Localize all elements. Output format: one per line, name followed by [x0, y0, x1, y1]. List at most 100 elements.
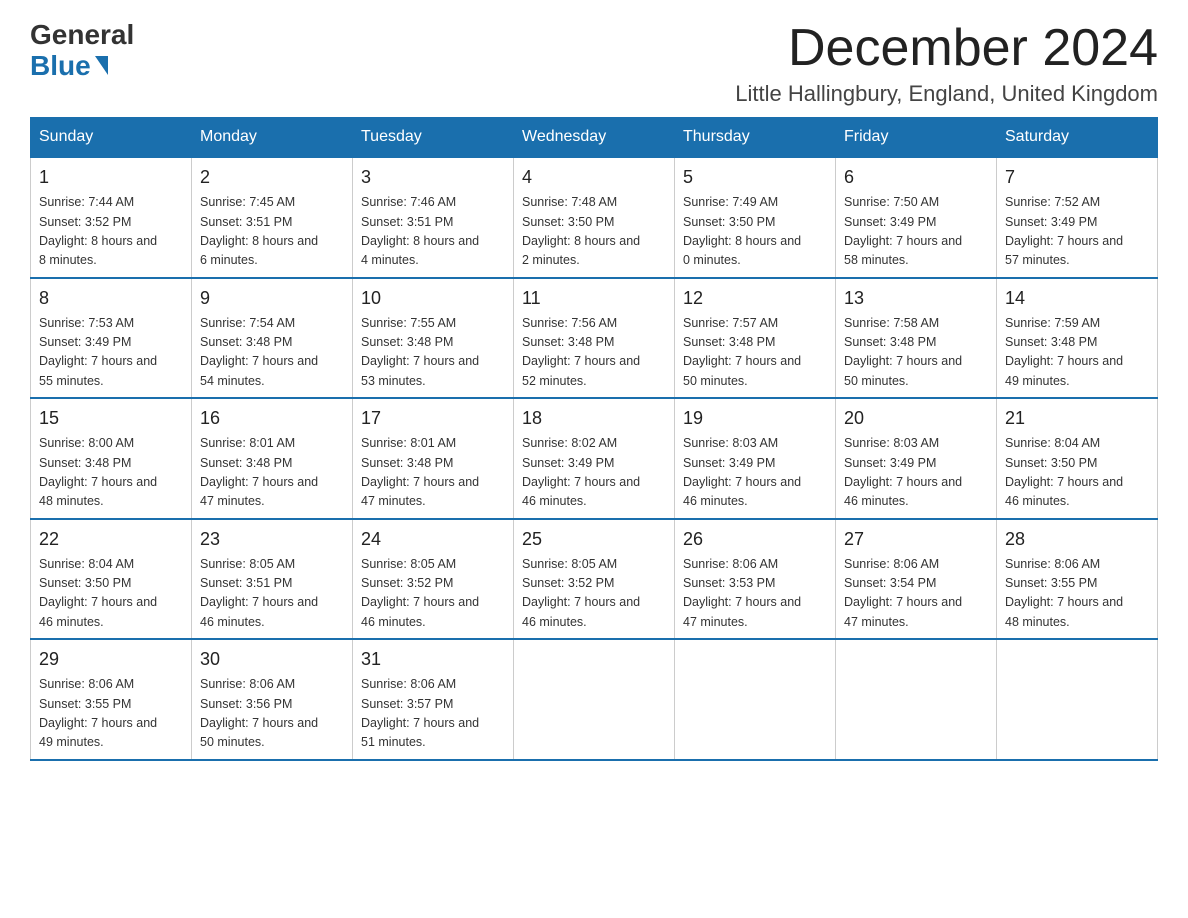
calendar-table: Sunday Monday Tuesday Wednesday Thursday… [30, 117, 1158, 761]
table-row [514, 639, 675, 760]
day-number: 24 [361, 526, 505, 553]
table-row: 18Sunrise: 8:02 AMSunset: 3:49 PMDayligh… [514, 398, 675, 519]
table-row: 9Sunrise: 7:54 AMSunset: 3:48 PMDaylight… [192, 278, 353, 399]
table-row: 25Sunrise: 8:05 AMSunset: 3:52 PMDayligh… [514, 519, 675, 640]
month-title: December 2024 [735, 20, 1158, 77]
day-info: Sunrise: 7:54 AMSunset: 3:48 PMDaylight:… [200, 314, 344, 392]
header-tuesday: Tuesday [353, 118, 514, 158]
day-number: 2 [200, 164, 344, 191]
day-number: 17 [361, 405, 505, 432]
table-row: 2Sunrise: 7:45 AMSunset: 3:51 PMDaylight… [192, 157, 353, 278]
table-row: 4Sunrise: 7:48 AMSunset: 3:50 PMDaylight… [514, 157, 675, 278]
day-number: 12 [683, 285, 827, 312]
day-number: 23 [200, 526, 344, 553]
day-number: 5 [683, 164, 827, 191]
day-info: Sunrise: 7:59 AMSunset: 3:48 PMDaylight:… [1005, 314, 1149, 392]
header: General Blue December 2024 Little Hallin… [30, 20, 1158, 107]
logo-triangle-icon [95, 56, 108, 75]
table-row: 17Sunrise: 8:01 AMSunset: 3:48 PMDayligh… [353, 398, 514, 519]
day-info: Sunrise: 7:53 AMSunset: 3:49 PMDaylight:… [39, 314, 183, 392]
header-monday: Monday [192, 118, 353, 158]
table-row: 13Sunrise: 7:58 AMSunset: 3:48 PMDayligh… [836, 278, 997, 399]
table-row: 20Sunrise: 8:03 AMSunset: 3:49 PMDayligh… [836, 398, 997, 519]
table-row: 6Sunrise: 7:50 AMSunset: 3:49 PMDaylight… [836, 157, 997, 278]
table-row: 5Sunrise: 7:49 AMSunset: 3:50 PMDaylight… [675, 157, 836, 278]
weekday-header-row: Sunday Monday Tuesday Wednesday Thursday… [31, 118, 1158, 158]
day-info: Sunrise: 8:02 AMSunset: 3:49 PMDaylight:… [522, 434, 666, 512]
logo: General Blue [30, 20, 134, 82]
day-number: 30 [200, 646, 344, 673]
day-info: Sunrise: 7:55 AMSunset: 3:48 PMDaylight:… [361, 314, 505, 392]
table-row: 29Sunrise: 8:06 AMSunset: 3:55 PMDayligh… [31, 639, 192, 760]
table-row: 10Sunrise: 7:55 AMSunset: 3:48 PMDayligh… [353, 278, 514, 399]
table-row: 23Sunrise: 8:05 AMSunset: 3:51 PMDayligh… [192, 519, 353, 640]
table-row: 11Sunrise: 7:56 AMSunset: 3:48 PMDayligh… [514, 278, 675, 399]
day-info: Sunrise: 8:06 AMSunset: 3:54 PMDaylight:… [844, 555, 988, 633]
day-info: Sunrise: 7:52 AMSunset: 3:49 PMDaylight:… [1005, 193, 1149, 271]
day-number: 29 [39, 646, 183, 673]
day-number: 28 [1005, 526, 1149, 553]
day-number: 11 [522, 285, 666, 312]
calendar-week-row: 22Sunrise: 8:04 AMSunset: 3:50 PMDayligh… [31, 519, 1158, 640]
day-info: Sunrise: 8:00 AMSunset: 3:48 PMDaylight:… [39, 434, 183, 512]
day-info: Sunrise: 8:06 AMSunset: 3:57 PMDaylight:… [361, 675, 505, 753]
table-row: 31Sunrise: 8:06 AMSunset: 3:57 PMDayligh… [353, 639, 514, 760]
logo-general: General [30, 20, 134, 51]
table-row [675, 639, 836, 760]
title-area: December 2024 Little Hallingbury, Englan… [735, 20, 1158, 107]
header-saturday: Saturday [997, 118, 1158, 158]
day-number: 22 [39, 526, 183, 553]
table-row: 8Sunrise: 7:53 AMSunset: 3:49 PMDaylight… [31, 278, 192, 399]
table-row: 26Sunrise: 8:06 AMSunset: 3:53 PMDayligh… [675, 519, 836, 640]
day-info: Sunrise: 8:03 AMSunset: 3:49 PMDaylight:… [683, 434, 827, 512]
day-number: 1 [39, 164, 183, 191]
day-info: Sunrise: 7:46 AMSunset: 3:51 PMDaylight:… [361, 193, 505, 271]
day-number: 14 [1005, 285, 1149, 312]
day-number: 15 [39, 405, 183, 432]
calendar-week-row: 15Sunrise: 8:00 AMSunset: 3:48 PMDayligh… [31, 398, 1158, 519]
table-row: 22Sunrise: 8:04 AMSunset: 3:50 PMDayligh… [31, 519, 192, 640]
day-info: Sunrise: 8:05 AMSunset: 3:51 PMDaylight:… [200, 555, 344, 633]
location-title: Little Hallingbury, England, United King… [735, 81, 1158, 107]
day-info: Sunrise: 8:05 AMSunset: 3:52 PMDaylight:… [361, 555, 505, 633]
table-row: 1Sunrise: 7:44 AMSunset: 3:52 PMDaylight… [31, 157, 192, 278]
day-info: Sunrise: 8:04 AMSunset: 3:50 PMDaylight:… [1005, 434, 1149, 512]
day-number: 25 [522, 526, 666, 553]
day-number: 26 [683, 526, 827, 553]
day-info: Sunrise: 7:44 AMSunset: 3:52 PMDaylight:… [39, 193, 183, 271]
day-number: 18 [522, 405, 666, 432]
table-row: 30Sunrise: 8:06 AMSunset: 3:56 PMDayligh… [192, 639, 353, 760]
table-row: 19Sunrise: 8:03 AMSunset: 3:49 PMDayligh… [675, 398, 836, 519]
day-number: 16 [200, 405, 344, 432]
table-row: 24Sunrise: 8:05 AMSunset: 3:52 PMDayligh… [353, 519, 514, 640]
day-number: 6 [844, 164, 988, 191]
day-number: 4 [522, 164, 666, 191]
table-row [836, 639, 997, 760]
day-info: Sunrise: 8:03 AMSunset: 3:49 PMDaylight:… [844, 434, 988, 512]
calendar-week-row: 1Sunrise: 7:44 AMSunset: 3:52 PMDaylight… [31, 157, 1158, 278]
day-info: Sunrise: 7:58 AMSunset: 3:48 PMDaylight:… [844, 314, 988, 392]
table-row: 28Sunrise: 8:06 AMSunset: 3:55 PMDayligh… [997, 519, 1158, 640]
header-thursday: Thursday [675, 118, 836, 158]
day-info: Sunrise: 8:04 AMSunset: 3:50 PMDaylight:… [39, 555, 183, 633]
day-info: Sunrise: 8:01 AMSunset: 3:48 PMDaylight:… [200, 434, 344, 512]
day-number: 19 [683, 405, 827, 432]
day-number: 7 [1005, 164, 1149, 191]
table-row: 27Sunrise: 8:06 AMSunset: 3:54 PMDayligh… [836, 519, 997, 640]
day-info: Sunrise: 7:57 AMSunset: 3:48 PMDaylight:… [683, 314, 827, 392]
day-number: 9 [200, 285, 344, 312]
day-info: Sunrise: 7:49 AMSunset: 3:50 PMDaylight:… [683, 193, 827, 271]
header-friday: Friday [836, 118, 997, 158]
day-info: Sunrise: 8:06 AMSunset: 3:56 PMDaylight:… [200, 675, 344, 753]
header-wednesday: Wednesday [514, 118, 675, 158]
day-info: Sunrise: 8:06 AMSunset: 3:53 PMDaylight:… [683, 555, 827, 633]
day-number: 20 [844, 405, 988, 432]
table-row: 15Sunrise: 8:00 AMSunset: 3:48 PMDayligh… [31, 398, 192, 519]
table-row: 21Sunrise: 8:04 AMSunset: 3:50 PMDayligh… [997, 398, 1158, 519]
day-info: Sunrise: 7:56 AMSunset: 3:48 PMDaylight:… [522, 314, 666, 392]
day-info: Sunrise: 8:06 AMSunset: 3:55 PMDaylight:… [1005, 555, 1149, 633]
day-info: Sunrise: 8:05 AMSunset: 3:52 PMDaylight:… [522, 555, 666, 633]
day-info: Sunrise: 7:48 AMSunset: 3:50 PMDaylight:… [522, 193, 666, 271]
day-number: 3 [361, 164, 505, 191]
table-row: 14Sunrise: 7:59 AMSunset: 3:48 PMDayligh… [997, 278, 1158, 399]
